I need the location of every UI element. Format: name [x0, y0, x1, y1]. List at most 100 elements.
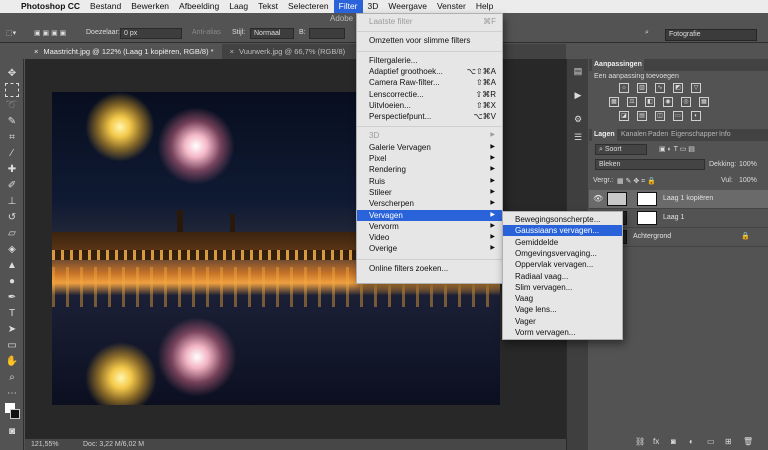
menu-bestand[interactable]: Bestand: [85, 0, 126, 13]
black-white-icon[interactable]: ◧: [645, 97, 655, 107]
menu-filter[interactable]: Filter: [333, 0, 363, 13]
marquee-tool-icon[interactable]: [5, 83, 19, 97]
gradient-map-icon[interactable]: ▭: [673, 111, 683, 121]
feather-input[interactable]: 0 px: [120, 28, 182, 39]
filter-item-galerie-vervagen[interactable]: Galerie Vervagen ▶: [357, 142, 502, 153]
tab-info[interactable]: Info: [717, 129, 733, 141]
marquee-tool-icon[interactable]: ⬚▾: [6, 29, 16, 37]
crop-tool-icon[interactable]: ⌗: [5, 131, 19, 145]
filter-item-rendering[interactable]: Rendering ▶: [357, 164, 502, 175]
blur-item-omgevingsvervaging[interactable]: Omgevingsvervaging...: [503, 248, 622, 259]
filter-item-vervorm[interactable]: Vervorm ▶: [357, 221, 502, 232]
history-brush-icon[interactable]: ↺: [5, 211, 19, 225]
filter-item-verscherpen[interactable]: Verscherpen ▶: [357, 198, 502, 209]
selection-mode-icons[interactable]: ▣ ▣ ▣ ▣: [34, 29, 66, 37]
eraser-tool-icon[interactable]: ▱: [5, 227, 19, 241]
layer-filter-kind-select[interactable]: ⌕ Soort: [595, 144, 647, 155]
invert-icon[interactable]: ◪: [619, 111, 629, 121]
search-icon[interactable]: ⌕: [645, 29, 649, 37]
quick-select-icon[interactable]: ✎: [5, 115, 19, 129]
menu-help[interactable]: Help: [471, 0, 498, 13]
menu-3d[interactable]: 3D: [363, 0, 384, 13]
blur-item-radiaal-vaag[interactable]: Radiaal vaag...: [503, 271, 622, 282]
brush-tool-icon[interactable]: ✐: [5, 179, 19, 193]
play-icon[interactable]: ▶: [572, 89, 584, 101]
filter-item-uitvloeien[interactable]: Uitvloeien... ⇧⌘X: [357, 100, 502, 111]
menu-venster[interactable]: Venster: [432, 0, 471, 13]
tab-paths[interactable]: Paden: [646, 129, 670, 141]
blur-item-gemiddelde[interactable]: Gemiddelde: [503, 237, 622, 248]
filter-item-laatste-filter[interactable]: Laatste filter ⌘F: [357, 16, 502, 27]
color-balance-icon[interactable]: ⚖: [627, 97, 637, 107]
filter-item-ruis[interactable]: Ruis ▶: [357, 176, 502, 187]
new-layer-icon[interactable]: ⊞: [725, 437, 732, 446]
layer-comps-icon[interactable]: ⚙: [572, 113, 584, 125]
blur-item-slim-vervagen[interactable]: Slim vervagen...: [503, 282, 622, 293]
menu-bewerken[interactable]: Bewerken: [126, 0, 174, 13]
zoom-tool-icon[interactable]: ⌕: [5, 371, 19, 385]
folder-icon[interactable]: ▭: [707, 437, 715, 446]
menu-laag[interactable]: Laag: [224, 0, 253, 13]
filter-item-online-filters-zoeken[interactable]: Online filters zoeken...: [357, 263, 502, 274]
vibrance-icon[interactable]: ▽: [691, 83, 701, 93]
menu-afbeelding[interactable]: Afbeelding: [174, 0, 224, 13]
tab-maastricht[interactable]: × Maastricht.jpg @ 122% (Laag 1 kopiëren,…: [26, 44, 222, 59]
filter-item-filtergalerie[interactable]: Filtergalerie...: [357, 55, 502, 66]
layer-filter-icons[interactable]: ▣ ◐ T ▭ ▤: [659, 145, 695, 153]
fill-value[interactable]: 100%: [739, 177, 757, 184]
curves-icon[interactable]: ∿: [655, 83, 665, 93]
link-icon[interactable]: ⛓: [635, 437, 645, 446]
healing-brush-icon[interactable]: ✚: [5, 163, 19, 177]
blend-mode-select[interactable]: Bleken: [595, 159, 705, 170]
layer-row[interactable]: 👁 Laag 1 kopiëren: [589, 190, 768, 209]
brightness-icon[interactable]: ☼: [619, 83, 629, 93]
filter-item-3d[interactable]: 3D ▶: [357, 130, 502, 141]
rectangle-tool-icon[interactable]: ▭: [5, 339, 19, 353]
eyedropper-icon[interactable]: ⁄: [5, 147, 19, 161]
quick-mask-icon[interactable]: ◙: [5, 425, 19, 439]
menu-selecteren[interactable]: Selecteren: [283, 0, 334, 13]
blur-item-vorm-vervagen[interactable]: Vorm vervagen...: [503, 327, 622, 338]
blur-item-bewegingsonscherpte[interactable]: Bewegingsonscherpte...: [503, 214, 622, 225]
menu-weergave[interactable]: Weergave: [383, 0, 432, 13]
history-icon[interactable]: ▤: [572, 65, 584, 77]
levels-icon[interactable]: ▥: [637, 83, 647, 93]
filter-item-perspectiefpunt[interactable]: Perspectiefpunt... ⌥⌘V: [357, 111, 502, 122]
hue-saturation-icon[interactable]: ▦: [609, 97, 619, 107]
adjustment-layer-icon[interactable]: ◐: [689, 437, 694, 446]
menu-tekst[interactable]: Tekst: [253, 0, 283, 13]
width-input[interactable]: [309, 28, 345, 39]
filter-item-pixel[interactable]: Pixel ▶: [357, 153, 502, 164]
dodge-tool-icon[interactable]: ●: [5, 275, 19, 289]
filter-item-stileer[interactable]: Stileer ▶: [357, 187, 502, 198]
pen-tool-icon[interactable]: ✒: [5, 291, 19, 305]
more-tools-icon[interactable]: ⋯: [5, 387, 19, 401]
lasso-tool-icon[interactable]: ➰: [5, 99, 19, 113]
filter-item-camera-raw-filter[interactable]: Camera Raw-filter... ⇧⌘A: [357, 77, 502, 88]
hand-tool-icon[interactable]: ✋: [5, 355, 19, 369]
layer-mask-thumbnail[interactable]: [637, 192, 657, 206]
style-select[interactable]: Normaal: [250, 28, 294, 39]
tab-channels[interactable]: Kanalen: [619, 129, 649, 141]
filter-item-vervagen[interactable]: Vervagen ▶: [357, 209, 502, 221]
blur-item-gaussiaans-vervagen[interactable]: Gaussiaans vervagen...: [503, 225, 622, 237]
app-name-menu[interactable]: Photoshop CC: [16, 0, 85, 13]
filter-item-video[interactable]: Video ▶: [357, 232, 502, 243]
filter-item-lenscorrectie[interactable]: Lenscorrectie... ⇧⌘R: [357, 89, 502, 100]
path-select-icon[interactable]: ➤: [5, 323, 19, 337]
filter-item-omzetten-voor-slimme-filters[interactable]: Omzetten voor slimme filters: [357, 35, 502, 46]
zoom-readout[interactable]: 121,55%: [31, 439, 59, 450]
tab-vuurwerk[interactable]: × Vuurwerk.jpg @ 66,7% (RGB/8): [222, 44, 354, 59]
exposure-icon[interactable]: ◩: [673, 83, 683, 93]
channel-mixer-icon[interactable]: ◎: [681, 97, 691, 107]
opacity-value[interactable]: 100%: [739, 161, 757, 168]
filter-item-overige[interactable]: Overige ▶: [357, 243, 502, 254]
mask-icon[interactable]: ◙: [671, 437, 676, 446]
layer-mask-thumbnail[interactable]: [637, 211, 657, 225]
blur-item-vaag[interactable]: Vaag: [503, 293, 622, 304]
lock-icons[interactable]: ▦ ✎ ✥ ⌗ 🔒: [617, 177, 656, 186]
antialias-checkbox[interactable]: Anti-alias: [192, 29, 221, 36]
background-color-swatch[interactable]: [10, 409, 20, 419]
tab-adjustments[interactable]: Aanpassingen: [592, 59, 644, 71]
close-icon[interactable]: ×: [230, 47, 234, 56]
